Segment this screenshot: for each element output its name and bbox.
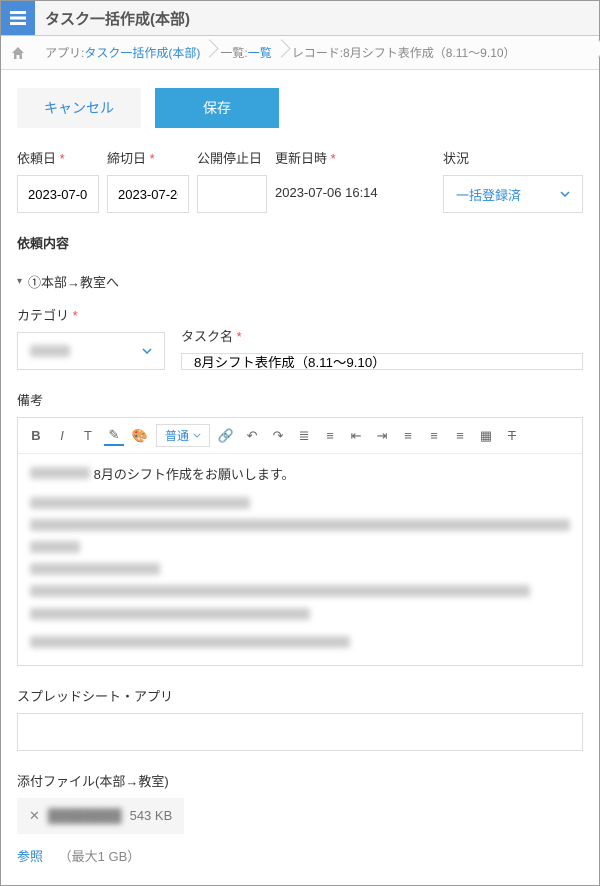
label-spreadsheet: スプレッドシート・アプリ	[17, 686, 583, 705]
text-color-icon[interactable]: ✎	[104, 426, 124, 446]
browse-button[interactable]: 参照	[17, 849, 43, 864]
max-size-text: （最大1 GB）	[59, 849, 141, 864]
table-icon[interactable]: ▦	[476, 426, 496, 446]
input-koukai-stop[interactable]	[197, 175, 267, 213]
crumb-app-prefix: アプリ:	[45, 44, 84, 61]
required-mark: *	[237, 329, 242, 344]
field-task: タスク名 *	[181, 326, 583, 370]
align-right-icon[interactable]: ≡	[450, 426, 470, 446]
label-updated: 更新日時	[275, 151, 327, 166]
breadcrumb: アプリ: タスク一括作成(本部) 一覧: 一覧 レコード: 8月シフト表作成（8…	[1, 36, 599, 70]
list-ol-icon[interactable]: ≡	[320, 426, 340, 446]
label-status: 状況	[443, 148, 583, 167]
crumb-app-link[interactable]: タスク一括作成(本部)	[84, 44, 200, 61]
value-updated: 2023-07-06 16:14	[275, 175, 378, 200]
label-shimekiri: 締切日	[107, 151, 146, 166]
required-mark: *	[150, 151, 155, 166]
attachment-filename: ████████	[48, 808, 122, 823]
italic-icon[interactable]: I	[52, 426, 72, 446]
input-irai-date[interactable]	[17, 175, 99, 213]
bold-icon[interactable]: B	[26, 426, 46, 446]
font-size-select[interactable]: 普通	[156, 424, 210, 447]
crumb-record: レコード: 8月シフト表作成（8.11〜9.10）	[282, 36, 599, 69]
chevron-down-icon	[193, 433, 201, 438]
text-style-icon[interactable]: T	[78, 426, 98, 446]
outdent-icon[interactable]: ⇤	[346, 426, 366, 446]
crumb-app: アプリ: タスク一括作成(本部)	[35, 36, 210, 69]
field-shimekiri: 締切日 *	[107, 148, 189, 213]
chevron-down-icon	[142, 348, 152, 354]
attachment-size: 543 KB	[130, 808, 173, 823]
cancel-button[interactable]: キャンセル	[17, 88, 141, 128]
bikou-line-1: 8月のシフト作成をお願いします。	[94, 467, 295, 482]
save-button[interactable]: 保存	[155, 88, 279, 128]
crumb-record-prefix: レコード:	[292, 44, 343, 61]
status-value: 一括登録済	[456, 185, 521, 204]
section-irai-naiyou: 依頼内容	[17, 233, 583, 252]
label-bikou: 備考	[17, 390, 583, 409]
label-task: タスク名	[181, 329, 233, 344]
font-size-value: 普通	[165, 427, 189, 444]
field-category: カテゴリ *	[17, 305, 165, 370]
list-ul-icon[interactable]: ≣	[294, 426, 314, 446]
align-center-icon[interactable]: ≡	[424, 426, 444, 446]
crumb-list: 一覧: 一覧	[210, 36, 281, 69]
attachment-item: ✕ ████████ 543 KB	[17, 798, 184, 834]
required-mark: *	[73, 308, 78, 323]
remove-attachment-icon[interactable]: ✕	[29, 808, 40, 824]
clear-format-icon[interactable]: T	[502, 426, 522, 446]
align-left-icon[interactable]: ≡	[398, 426, 418, 446]
input-shimekiri[interactable]	[107, 175, 189, 213]
field-status: 状況 一括登録済	[443, 148, 583, 213]
crumb-record-text: 8月シフト表作成（8.11〜9.10）	[343, 44, 516, 61]
label-category: カテゴリ	[17, 308, 69, 323]
label-koukai-stop: 公開停止日	[197, 148, 267, 167]
indent-icon[interactable]: ⇥	[372, 426, 392, 446]
field-irai-date: 依頼日 *	[17, 148, 99, 213]
crumb-list-link[interactable]: 一覧	[248, 44, 272, 61]
field-koukai-stop: 公開停止日	[197, 148, 267, 213]
input-spreadsheet[interactable]	[17, 713, 583, 751]
category-dropdown[interactable]	[17, 332, 165, 370]
palette-icon[interactable]: 🎨	[130, 426, 150, 446]
input-task[interactable]	[181, 353, 583, 370]
category-value	[30, 345, 70, 357]
chevron-down-icon: ▾	[17, 276, 22, 287]
status-dropdown[interactable]: 一括登録済	[443, 175, 583, 213]
group-title: ①本部→教室へ	[28, 272, 119, 291]
required-mark: *	[331, 151, 336, 166]
action-buttons: キャンセル 保存	[1, 70, 599, 138]
field-updated: 更新日時 * 2023-07-06 16:14	[275, 148, 378, 213]
redo-icon[interactable]: ↷	[268, 426, 288, 446]
page-title: タスク一括作成(本部)	[35, 8, 190, 29]
home-icon[interactable]	[1, 45, 35, 61]
app-icon	[1, 1, 35, 35]
link-icon[interactable]: 🔗	[216, 426, 236, 446]
titlebar: タスク一括作成(本部)	[1, 1, 599, 36]
label-irai-date: 依頼日	[17, 151, 56, 166]
required-mark: *	[60, 151, 65, 166]
rte-textarea[interactable]: 8月のシフト作成をお願いします。	[18, 454, 582, 665]
group-toggle[interactable]: ▾ ①本部→教室へ	[17, 272, 583, 291]
rte-toolbar: B I T ✎ 🎨 普通 🔗 ↶ ↷ ≣ ≡ ⇤ ⇥ ≡ ≡ ≡ ▦ T	[18, 418, 582, 454]
undo-icon[interactable]: ↶	[242, 426, 262, 446]
chevron-down-icon	[560, 191, 570, 197]
rich-text-editor: B I T ✎ 🎨 普通 🔗 ↶ ↷ ≣ ≡ ⇤ ⇥ ≡ ≡ ≡ ▦ T 8月の…	[17, 417, 583, 666]
label-attachment: 添付ファイル(本部→教室)	[17, 771, 583, 790]
crumb-list-prefix: 一覧:	[220, 44, 247, 61]
